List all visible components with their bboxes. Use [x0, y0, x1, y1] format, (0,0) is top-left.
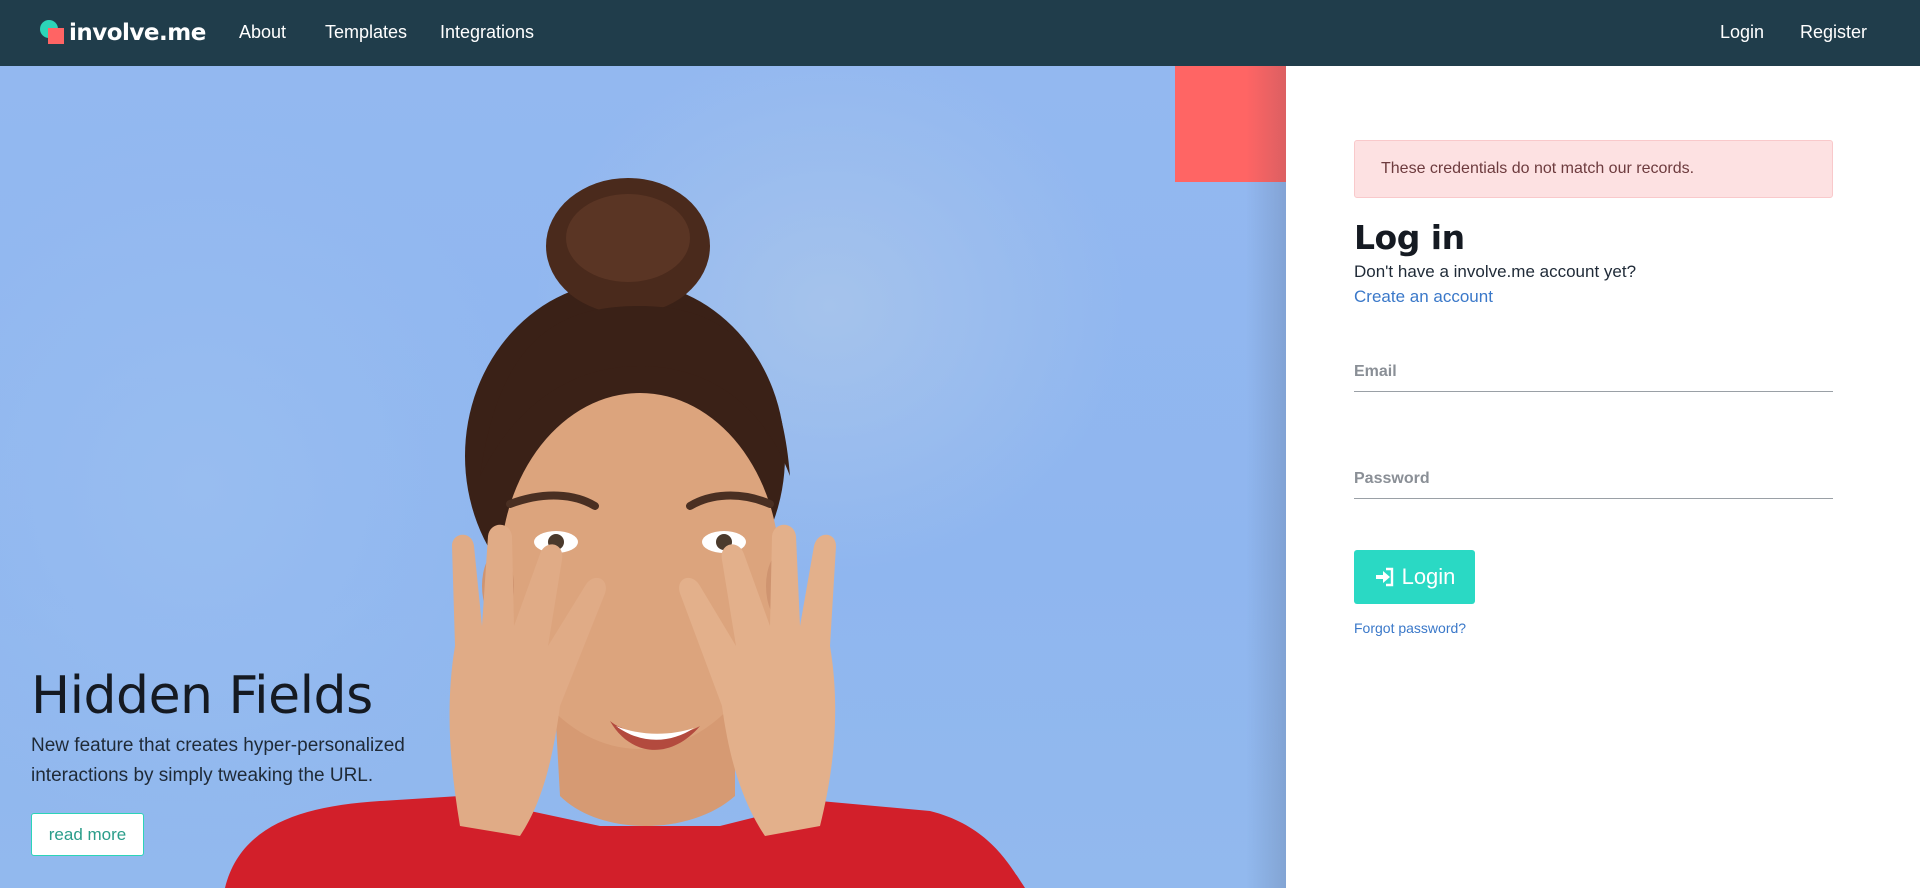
login-panel: These credentials do not match our recor… [1286, 66, 1920, 888]
forgot-password-link[interactable]: Forgot password? [1354, 620, 1466, 636]
login-title: Log in [1354, 218, 1465, 257]
nav-link-about[interactable]: About [239, 22, 286, 43]
login-button-label: Login [1401, 564, 1456, 589]
read-more-button[interactable]: read more [31, 813, 144, 856]
password-underline [1354, 498, 1833, 499]
email-underline [1354, 391, 1833, 392]
error-alert: These credentials do not match our recor… [1354, 140, 1833, 198]
hero-edge-shade [1246, 66, 1286, 888]
sign-in-icon [1375, 567, 1393, 587]
nav-link-templates[interactable]: Templates [325, 22, 407, 43]
brand-logo[interactable]: involve.me [38, 19, 206, 47]
nav-link-register[interactable]: Register [1800, 22, 1867, 43]
logo-mark-icon [38, 19, 68, 47]
no-account-text: Don't have a involve.me account yet? [1354, 262, 1637, 281]
nav-link-integrations[interactable]: Integrations [440, 22, 534, 43]
brand-name: involve.me [69, 20, 206, 46]
create-account-link[interactable]: Create an account [1354, 287, 1493, 307]
hero-title: Hidden Fields [31, 666, 373, 726]
hero-banner: Hidden Fields New feature that creates h… [0, 66, 1286, 888]
password-field[interactable] [1354, 462, 1833, 496]
login-button[interactable]: Login [1354, 550, 1475, 604]
email-field[interactable] [1354, 355, 1833, 389]
top-navbar: involve.me About Templates Integrations … [0, 0, 1920, 66]
hero-description: New feature that creates hyper-personali… [31, 735, 405, 786]
nav-link-login[interactable]: Login [1720, 22, 1764, 43]
